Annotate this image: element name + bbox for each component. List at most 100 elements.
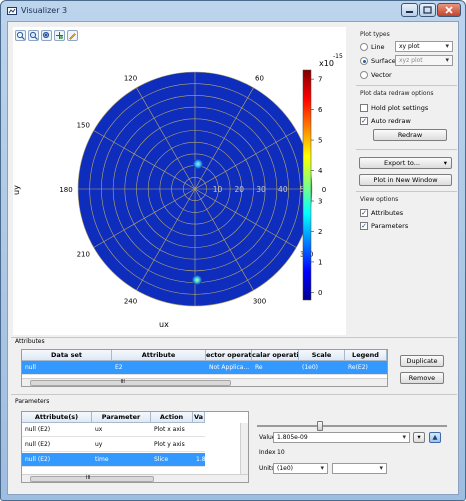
parameters-section-label: Parameters <box>15 398 50 405</box>
vertical-scrollbar[interactable] <box>240 423 248 474</box>
line-radio[interactable] <box>360 43 368 51</box>
scrollbar-thumb[interactable]: III <box>30 379 231 386</box>
attributes-checkbox[interactable]: ✓ <box>360 209 368 217</box>
x-axis-label: ux <box>159 320 169 329</box>
colorbar-tick-label: 4 <box>318 167 323 175</box>
plot-area[interactable]: 12060150301800210330240300 1020304050 ux… <box>13 27 346 335</box>
value-slider[interactable] <box>257 421 447 431</box>
hold-plot-label: Hold plot settings <box>371 104 429 112</box>
index-label: Index <box>259 449 276 456</box>
maximize-button[interactable] <box>419 3 436 17</box>
plot-types-label: Plot types <box>360 31 390 38</box>
hold-plot-checkbox[interactable] <box>360 104 368 112</box>
chevron-down-icon: ▾ <box>417 433 421 441</box>
remove-button[interactable]: Remove <box>400 372 444 384</box>
scrollbar-thumb[interactable]: III <box>30 475 155 482</box>
colorbar-tick-label: 1 <box>318 258 322 266</box>
column-header[interactable]: ector operatio <box>206 350 252 361</box>
maximize-icon <box>423 6 432 14</box>
table-row[interactable]: null (E2) ux Plot x axis <box>22 423 205 437</box>
table-row[interactable]: null (E2) time Slice 1.805e-0 <box>22 453 205 467</box>
radial-tick-label: 20 <box>235 185 245 194</box>
line-type-combo[interactable]: xy plot <box>395 41 453 52</box>
divider <box>356 85 457 86</box>
surface-type-combo[interactable]: xyz plot <box>395 55 453 66</box>
column-header[interactable]: Attribute(s) <box>22 412 92 423</box>
column-header[interactable]: Scale <box>299 350 345 361</box>
column-header[interactable]: Action <box>151 412 193 423</box>
chevron-down-icon: ▾ <box>443 159 447 167</box>
export-button[interactable]: Export to... ▾ <box>359 157 452 169</box>
divider <box>356 191 457 192</box>
table-cell: Slice <box>154 456 169 463</box>
index-value: 10 <box>277 449 285 456</box>
attributes-section-label: Attributes <box>15 338 45 345</box>
colorbar-exponent-power: -15 <box>333 53 343 60</box>
colorbar-tick-label: 2 <box>318 228 322 236</box>
window-title: Visualizer 3 <box>21 6 68 15</box>
y-axis-label: uy <box>13 185 21 195</box>
duplicate-button[interactable]: Duplicate <box>400 355 444 367</box>
close-button[interactable] <box>437 3 461 17</box>
column-header[interactable]: Attribute <box>112 350 206 361</box>
table-row[interactable]: null (E2) uy Plot y axis <box>22 438 205 452</box>
slider-thumb[interactable] <box>317 421 323 431</box>
app-window: Visualizer 3 120 60 150 180 0 210 240 30… <box>0 0 466 501</box>
scrollbar-grip: III <box>86 475 91 481</box>
parameters-table[interactable]: Attribute(s) Parameter Action Va null (E2) ux… <box>21 411 249 483</box>
app-icon <box>7 7 17 15</box>
units-secondary-combo[interactable] <box>332 463 387 474</box>
radial-tick-label: 10 <box>213 185 223 194</box>
table-cell: null <box>25 364 36 371</box>
apply-arrow-button[interactable]: ▲ <box>429 432 441 443</box>
radial-tick-label: 30 <box>256 185 266 194</box>
attributes-table[interactable]: Data setAttributeector operatiocalar ope… <box>21 349 388 387</box>
units-combo[interactable]: (1e0) <box>273 463 328 474</box>
table-row[interactable]: null E2 Not Applica... Re (1e0) Re(E2) <box>22 361 387 375</box>
radial-tick-label: 40 <box>278 185 288 194</box>
view-options-label: View options <box>360 196 399 203</box>
polar-plot[interactable]: 12060150301800210330240300 1020304050 ux… <box>13 27 346 335</box>
value-field[interactable]: 1.805e-09 <box>273 432 410 443</box>
horizontal-scrollbar[interactable]: III <box>22 378 387 386</box>
minimize-button[interactable] <box>401 3 418 17</box>
auto-redraw-label: Auto redraw <box>371 117 411 125</box>
auto-redraw-checkbox[interactable]: ✓ <box>360 117 368 125</box>
table-cell: uy <box>95 441 103 448</box>
table-cell: 1.805e-0 <box>196 456 205 463</box>
vector-radio[interactable] <box>360 71 368 79</box>
column-header[interactable]: Data set <box>22 350 112 361</box>
hotspot-1 <box>193 159 203 169</box>
scrollbar-grip: III <box>120 379 125 385</box>
export-label: Export to... <box>384 159 420 167</box>
table-cell: Not Applica... <box>209 364 250 371</box>
column-header[interactable]: Va <box>193 412 205 423</box>
table-cell: time <box>95 456 109 463</box>
angle-tick-label: 60 <box>255 74 264 82</box>
title-bar[interactable]: Visualizer 3 <box>1 1 465 21</box>
horizontal-scrollbar[interactable]: III <box>22 474 248 482</box>
attributes-checkbox-label: Attributes <box>371 209 404 217</box>
plot-new-window-button[interactable]: Plot in New Window <box>359 174 452 186</box>
angle-tick-label: 0 <box>322 186 326 194</box>
colorbar-tick-label: 0 <box>318 289 322 297</box>
table-cell <box>193 424 205 436</box>
angle-tick-label: 120 <box>124 74 137 82</box>
column-header[interactable]: Parameter <box>92 412 151 423</box>
table-cell: null (E2) <box>25 426 51 433</box>
colorbar-tick-label: 7 <box>318 76 322 84</box>
colorbar-tick-label: 3 <box>318 197 322 205</box>
line-label: Line <box>371 43 385 51</box>
value-dropdown-button[interactable]: ▾ <box>413 432 425 443</box>
parameters-checkbox-label: Parameters <box>371 222 409 230</box>
table-cell: Re(E2) <box>348 364 368 371</box>
angle-tick-label: 210 <box>77 251 90 259</box>
surface-radio[interactable] <box>360 57 368 65</box>
column-header[interactable]: calar operatio <box>252 350 299 361</box>
table-cell: Re <box>255 364 263 371</box>
column-header[interactable]: Legend <box>345 350 387 361</box>
vector-label: Vector <box>371 71 392 79</box>
divider <box>356 149 457 150</box>
redraw-button[interactable]: Redraw <box>373 129 447 141</box>
parameters-checkbox[interactable]: ✓ <box>360 222 368 230</box>
